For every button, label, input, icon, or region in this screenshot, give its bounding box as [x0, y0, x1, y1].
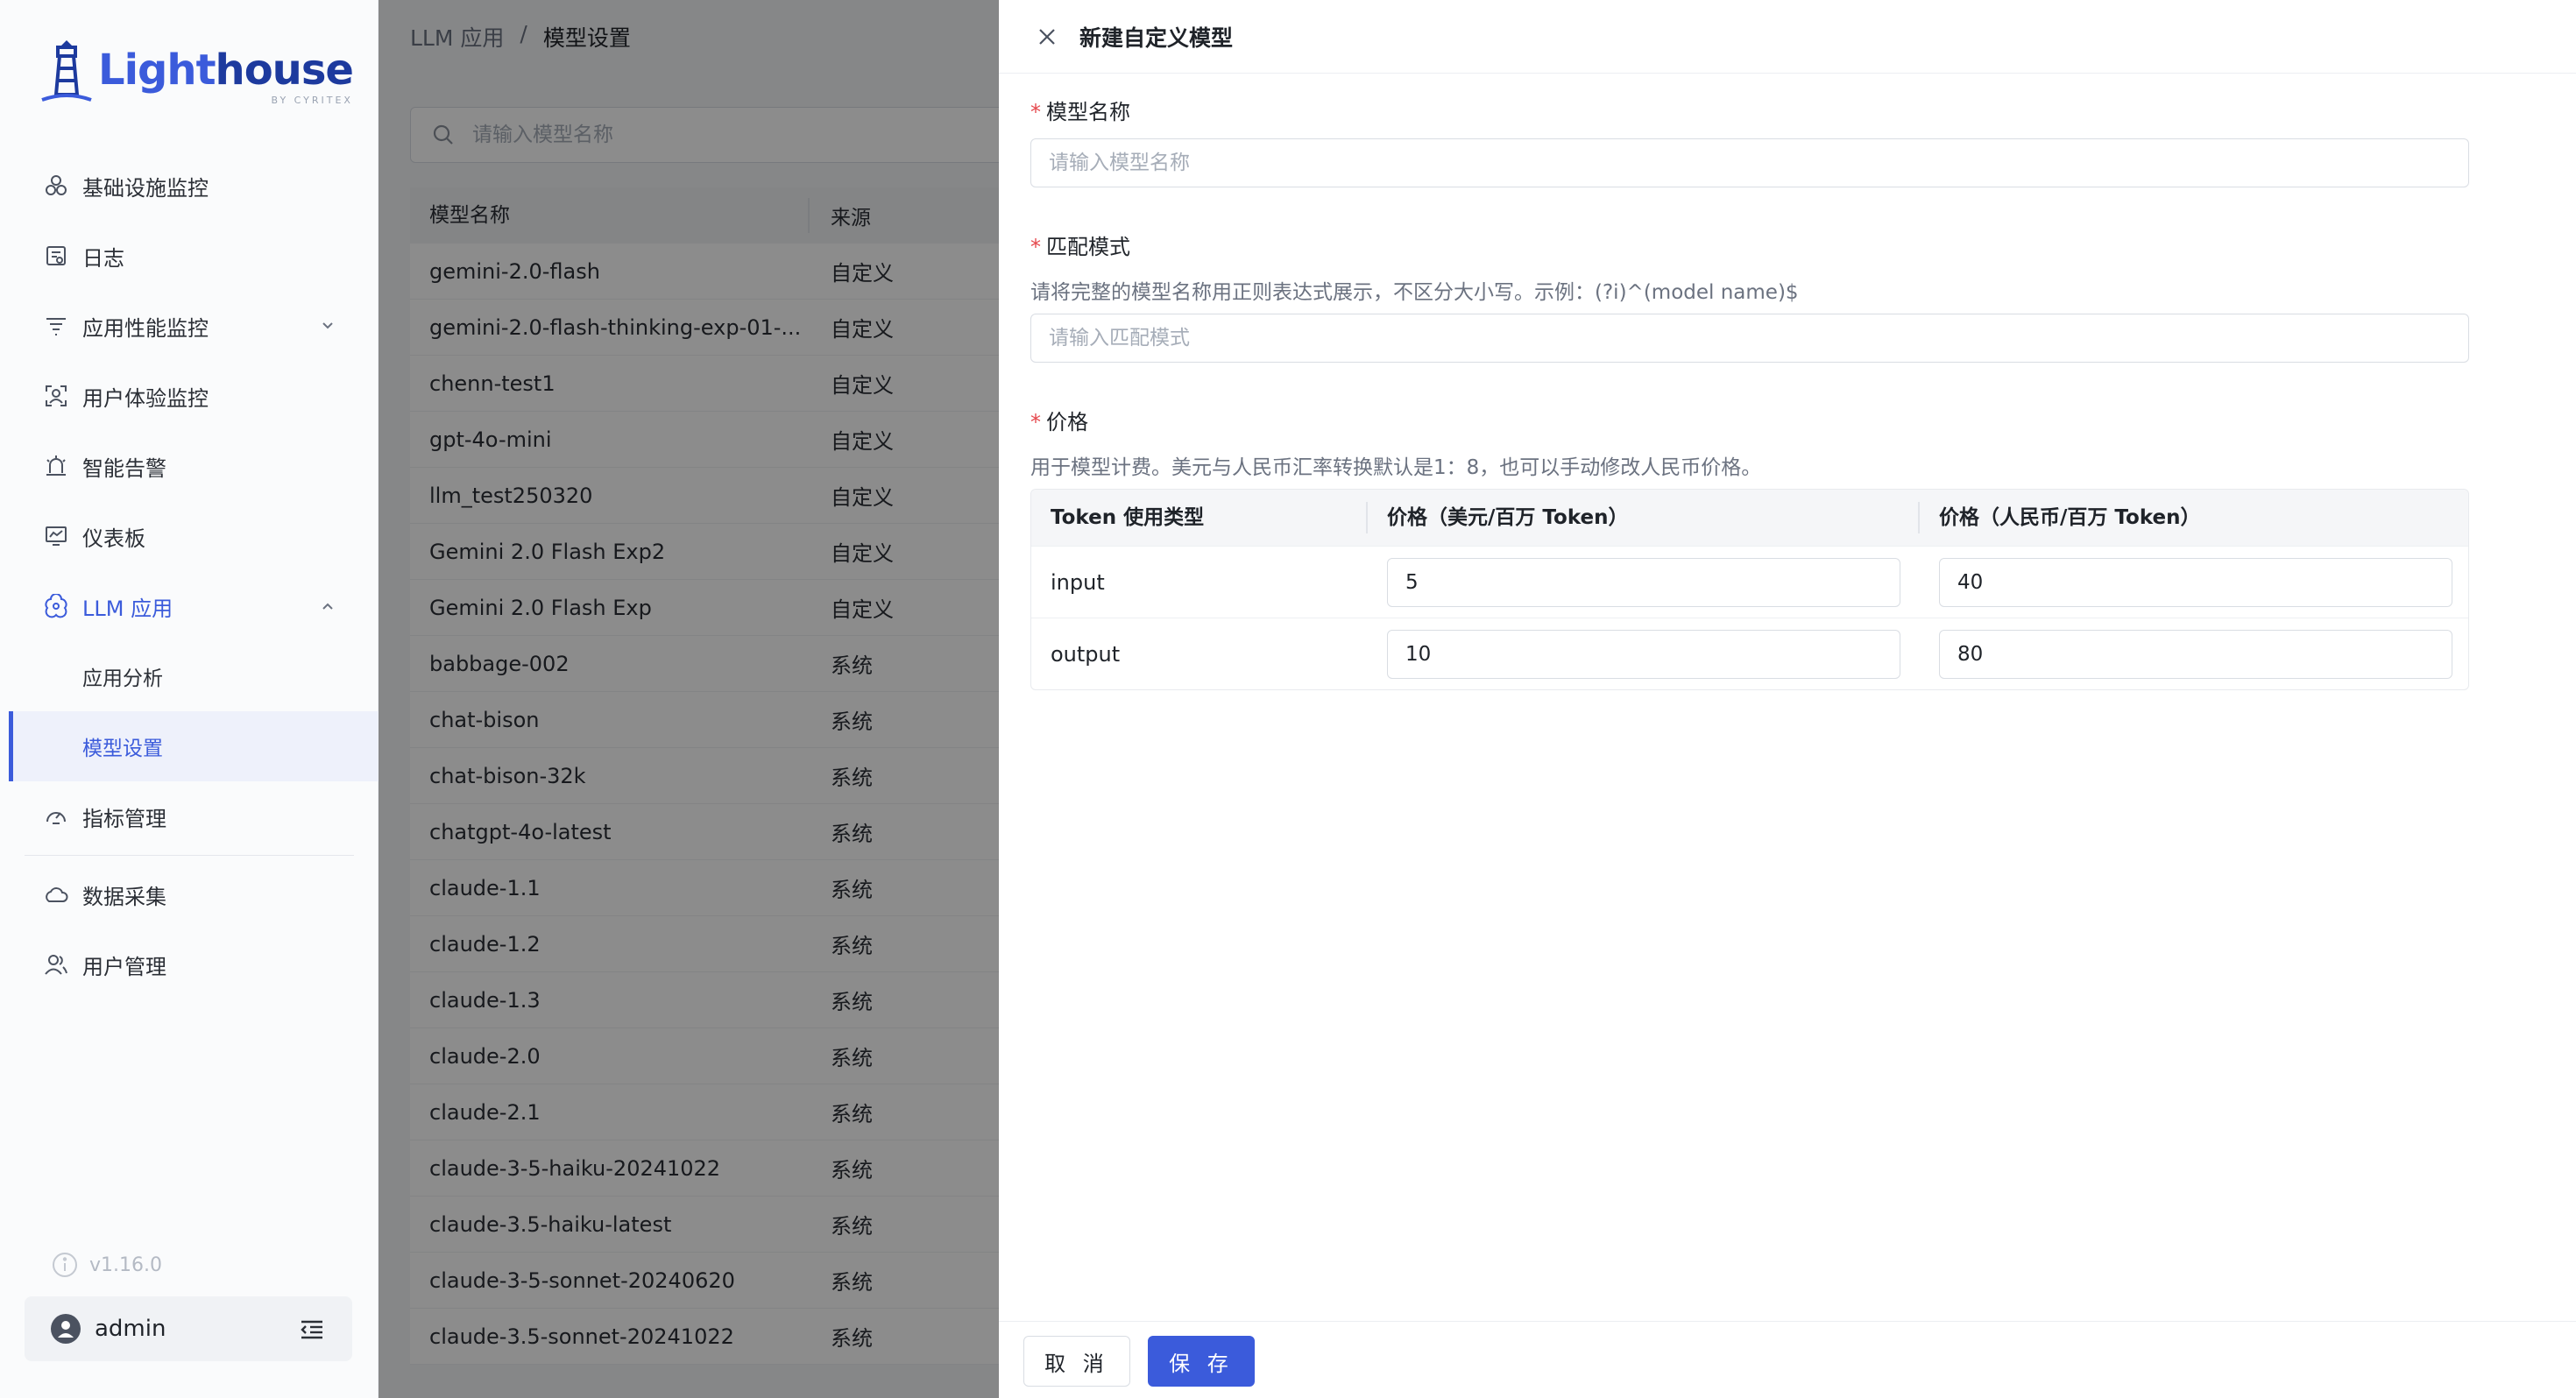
required-mark: *: [1030, 235, 1041, 259]
column-header-usd-price: 价格（美元/百万 Token）: [1368, 502, 1920, 533]
sidebar-item-llm[interactable]: LLM 应用: [0, 571, 379, 641]
usd-price-input[interactable]: [1387, 629, 1900, 679]
chevron-down-icon[interactable]: [315, 314, 340, 338]
required-mark: *: [1030, 100, 1041, 124]
sidebar-item-apm[interactable]: 应用性能监控: [0, 291, 379, 361]
sidebar-item-label: 仪表板: [82, 526, 145, 551]
sidebar-item-alarm[interactable]: 智能告警: [0, 431, 379, 501]
sidebar-item-dashboard[interactable]: 仪表板: [0, 501, 379, 571]
version-text: v1.16.0: [89, 1253, 162, 1276]
column-header-token-type: Token 使用类型: [1031, 502, 1368, 533]
cny-price-input[interactable]: [1939, 557, 2452, 607]
user-bar[interactable]: admin: [25, 1296, 352, 1361]
match-pattern-hint: 请将完整的模型名称用正则表达式展示，不区分大小写。示例：(?i)^(model …: [1030, 281, 1799, 304]
sidebar-subitem-model-settings[interactable]: 模型设置: [9, 711, 379, 781]
sidebar-subitem-label: 模型设置: [82, 738, 163, 760]
price-table-header: Token 使用类型 价格（美元/百万 Token） 价格（人民币/百万 Tok…: [1031, 490, 2468, 546]
column-header-cny-price: 价格（人民币/百万 Token）: [1939, 506, 2201, 529]
model-name-label-text: 模型名称: [1046, 100, 1130, 124]
metrics-icon: [44, 804, 68, 829]
info-icon: [53, 1253, 77, 1277]
sidebar-item-log[interactable]: 日志: [0, 221, 379, 291]
sidebar-item-metrics[interactable]: 指标管理: [0, 781, 379, 851]
infrastructure-icon: [44, 173, 68, 198]
model-name-label: * 模型名称: [1030, 95, 1130, 125]
price-hint: 用于模型计费。美元与人民币汇率转换默认是1：8，也可以手动修改人民币价格。: [1030, 456, 1762, 479]
price-label: * 价格: [1030, 405, 1088, 435]
price-row-input: input: [1031, 546, 2468, 618]
token-type-cell: output: [1051, 641, 1121, 667]
lighthouse-logo[interactable]: Lighthouse BY CYRITEX: [39, 35, 354, 106]
lighthouse-icon: [41, 40, 92, 102]
sidebar-item-infrastructure[interactable]: 基础设施监控: [0, 151, 379, 221]
sidebar-divider: [25, 855, 354, 856]
match-pattern-label-text: 匹配模式: [1046, 235, 1130, 259]
user-avatar-icon: [58, 1321, 74, 1338]
version-info: v1.16.0: [51, 1251, 162, 1279]
price-row-output: output: [1031, 618, 2468, 689]
alarm-icon: [44, 454, 68, 478]
avatar[interactable]: [51, 1314, 81, 1344]
sidebar-item-label: 指标管理: [82, 806, 166, 831]
usd-price-input[interactable]: [1387, 557, 1900, 607]
sidebar-item-user-management[interactable]: 用户管理: [0, 929, 379, 999]
sidebar-item-label: 日志: [82, 245, 124, 271]
sidebar-item-label: LLM 应用: [82, 596, 173, 621]
sidebar-item-label: 智能告警: [82, 455, 166, 481]
price-table: Token 使用类型 价格（美元/百万 Token） 价格（人民币/百万 Tok…: [1030, 489, 2469, 690]
user-experience-icon: [44, 384, 68, 408]
sidebar-item-label: 用户管理: [82, 954, 166, 979]
sidebar-item-label: 用户体验监控: [82, 385, 209, 411]
user-management-icon: [44, 952, 68, 977]
match-pattern-input[interactable]: [1030, 314, 2469, 363]
required-mark: *: [1030, 410, 1041, 434]
cny-price-input[interactable]: [1939, 629, 2452, 679]
price-label-text: 价格: [1046, 410, 1088, 434]
drawer-header: 新建自定义模型: [999, 0, 2576, 74]
sidebar-subitem-label: 应用分析: [82, 667, 163, 690]
logo-subtitle: BY CYRITEX: [271, 95, 353, 106]
dashboard-icon: [44, 524, 68, 548]
sidebar-item-label: 基础设施监控: [82, 175, 209, 201]
apm-icon: [44, 314, 68, 338]
collapse-sidebar-icon[interactable]: [298, 1316, 326, 1344]
sidebar: Lighthouse BY CYRITEX 基础设施监控 日志 应用性能监控 用…: [0, 0, 379, 1398]
logo-text-house: house: [215, 46, 354, 95]
cancel-button[interactable]: 取 消: [1023, 1336, 1130, 1387]
sidebar-subitem-app-analysis[interactable]: 应用分析: [0, 641, 379, 711]
sidebar-item-data-collection[interactable]: 数据采集: [0, 859, 379, 929]
log-icon: [44, 244, 68, 268]
user-name: admin: [95, 1316, 166, 1342]
sidebar-item-user-experience[interactable]: 用户体验监控: [0, 361, 379, 431]
sidebar-item-label: 数据采集: [82, 884, 166, 909]
close-icon[interactable]: [1034, 24, 1060, 50]
drawer-title: 新建自定义模型: [1079, 25, 1234, 51]
sidebar-item-label: 应用性能监控: [82, 315, 209, 341]
model-name-input[interactable]: [1030, 138, 2469, 187]
token-type-cell: input: [1051, 569, 1105, 595]
drawer-footer: 取 消 保 存: [999, 1321, 2576, 1398]
llm-icon: [44, 594, 68, 618]
logo-text-light: Light: [98, 46, 216, 95]
data-collection-icon: [44, 882, 68, 907]
match-pattern-label: * 匹配模式: [1030, 229, 1130, 260]
chevron-up-icon[interactable]: [315, 594, 340, 618]
sidebar-nav: 基础设施监控 日志 应用性能监控 用户体验监控 智能告警 仪表板 LLM 应用 …: [0, 151, 379, 999]
save-button[interactable]: 保 存: [1148, 1336, 1255, 1387]
create-model-drawer: 新建自定义模型 *模型名称 *匹配模式 请将完整的模型名称用正则表达式展示，不区…: [999, 0, 2576, 1398]
